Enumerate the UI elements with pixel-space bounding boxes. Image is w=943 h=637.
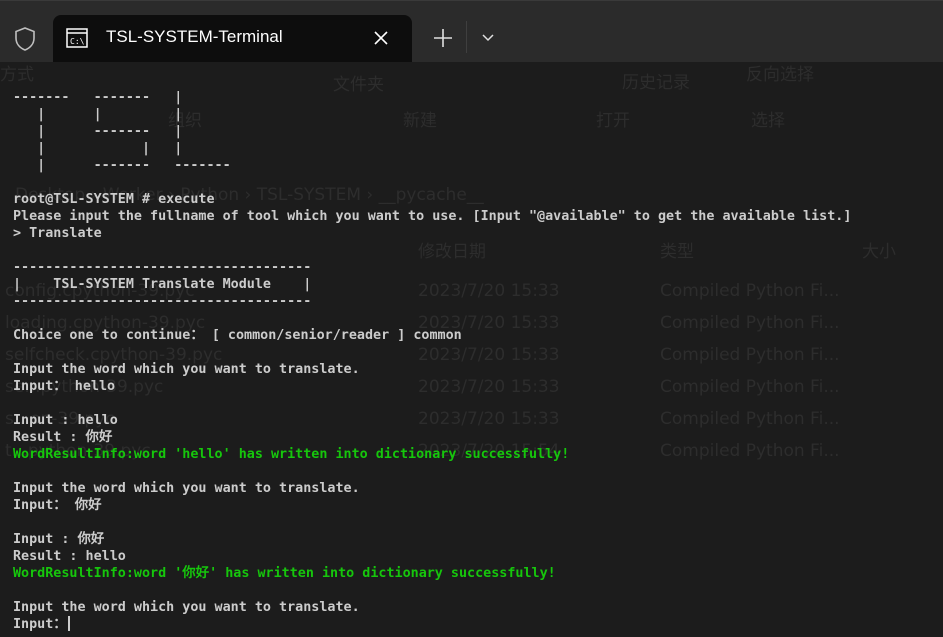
terminal-line: | ------- ------- xyxy=(13,157,943,174)
close-icon[interactable] xyxy=(371,28,391,48)
terminal-line: Result : 你好 xyxy=(13,429,943,446)
tab-divider xyxy=(466,21,467,53)
terminal-line-text: > Translate xyxy=(13,226,102,241)
terminal-line-text: WordResultInfo:word '你好' has written int… xyxy=(13,566,556,581)
terminal-line-text: | | | xyxy=(13,107,183,122)
terminal-line: Choice one to continue： [ common/senior/… xyxy=(13,327,943,344)
terminal-line-text: ------- ------- | xyxy=(13,90,183,105)
terminal-line-text: Input： hello xyxy=(13,379,116,394)
shield-icon xyxy=(15,27,35,51)
terminal-line-text: root@TSL-SYSTEM # execute xyxy=(13,192,215,207)
tab-terminal[interactable]: C:\ TSL-SYSTEM-Terminal xyxy=(53,15,412,62)
terminal-line: Input： hello xyxy=(13,378,943,395)
terminal-line-text: Input the word which you want to transla… xyxy=(13,600,360,615)
terminal-line-text: Please input the fullname of tool which … xyxy=(13,209,852,224)
plus-icon[interactable] xyxy=(432,27,454,49)
terminal-line: | | | xyxy=(13,106,943,123)
terminal-line: ------------------------------------- xyxy=(13,293,943,310)
terminal-line-text: Choice one to continue： [ common/senior/… xyxy=(13,328,462,343)
terminal-line-text: Input the word which you want to transla… xyxy=(13,481,360,496)
terminal-line-text: WordResultInfo:word 'hello' has written … xyxy=(13,447,570,462)
terminal-line: > Translate xyxy=(13,225,943,242)
terminal-line-text: Input : 你好 xyxy=(13,532,105,547)
terminal-line: Input : hello xyxy=(13,412,943,429)
terminal-line: Input : 你好 xyxy=(13,531,943,548)
terminal-line: | ------- | xyxy=(13,123,943,140)
terminal-line: ------------------------------------- xyxy=(13,259,943,276)
terminal-line-text: Input the word which you want to transla… xyxy=(13,362,360,377)
terminal-line-text: | ------- ------- xyxy=(13,158,231,173)
terminal-line: Result : hello xyxy=(13,548,943,565)
terminal-line: Please input the fullname of tool which … xyxy=(13,208,943,225)
terminal-line: | TSL-SYSTEM Translate Module | xyxy=(13,276,943,293)
terminal-line-text: ------------------------------------- xyxy=(13,260,312,275)
terminal-line-text: | | | xyxy=(13,141,183,156)
terminal-line-text: Result : hello xyxy=(13,549,126,564)
terminal-line: Input the word which you want to transla… xyxy=(13,480,943,497)
terminal-line: Input the word which you want to transla… xyxy=(13,599,943,616)
terminal-line: Input： xyxy=(13,616,943,633)
terminal-line: root@TSL-SYSTEM # execute xyxy=(13,191,943,208)
terminal-line-text: ------------------------------------- xyxy=(13,294,312,309)
terminal-line-text: | ------- | xyxy=(13,124,183,139)
terminal-line: | | | xyxy=(13,140,943,157)
terminal-line: ------- ------- | xyxy=(13,89,943,106)
ghost-ribbon-text: 方式 xyxy=(0,65,34,85)
terminal-line-text: Input： 你好 xyxy=(13,498,102,513)
terminal-output[interactable]: ------- ------- | | | | | ------- | | | … xyxy=(13,89,943,637)
terminal-line-text: Result : 你好 xyxy=(13,430,113,445)
terminal-line-text: Input： xyxy=(13,617,67,632)
text-cursor xyxy=(67,616,70,631)
terminal-line: Input the word which you want to transla… xyxy=(13,361,943,378)
ghost-ribbon-text: 反向选择 xyxy=(746,65,814,85)
terminal-line-text: Input : hello xyxy=(13,413,118,428)
cmd-icon: C:\ xyxy=(66,28,88,48)
tab-bar: C:\ TSL-SYSTEM-Terminal xyxy=(0,0,943,62)
chevron-down-icon[interactable] xyxy=(480,31,496,45)
terminal-line: WordResultInfo:word 'hello' has written … xyxy=(13,446,943,463)
tab-title: TSL-SYSTEM-Terminal xyxy=(106,27,283,46)
terminal-line: Input： 你好 xyxy=(13,497,943,514)
terminal-line-text: | TSL-SYSTEM Translate Module | xyxy=(13,277,312,292)
terminal-line: WordResultInfo:word '你好' has written int… xyxy=(13,565,943,582)
svg-text:C:\: C:\ xyxy=(70,37,85,46)
